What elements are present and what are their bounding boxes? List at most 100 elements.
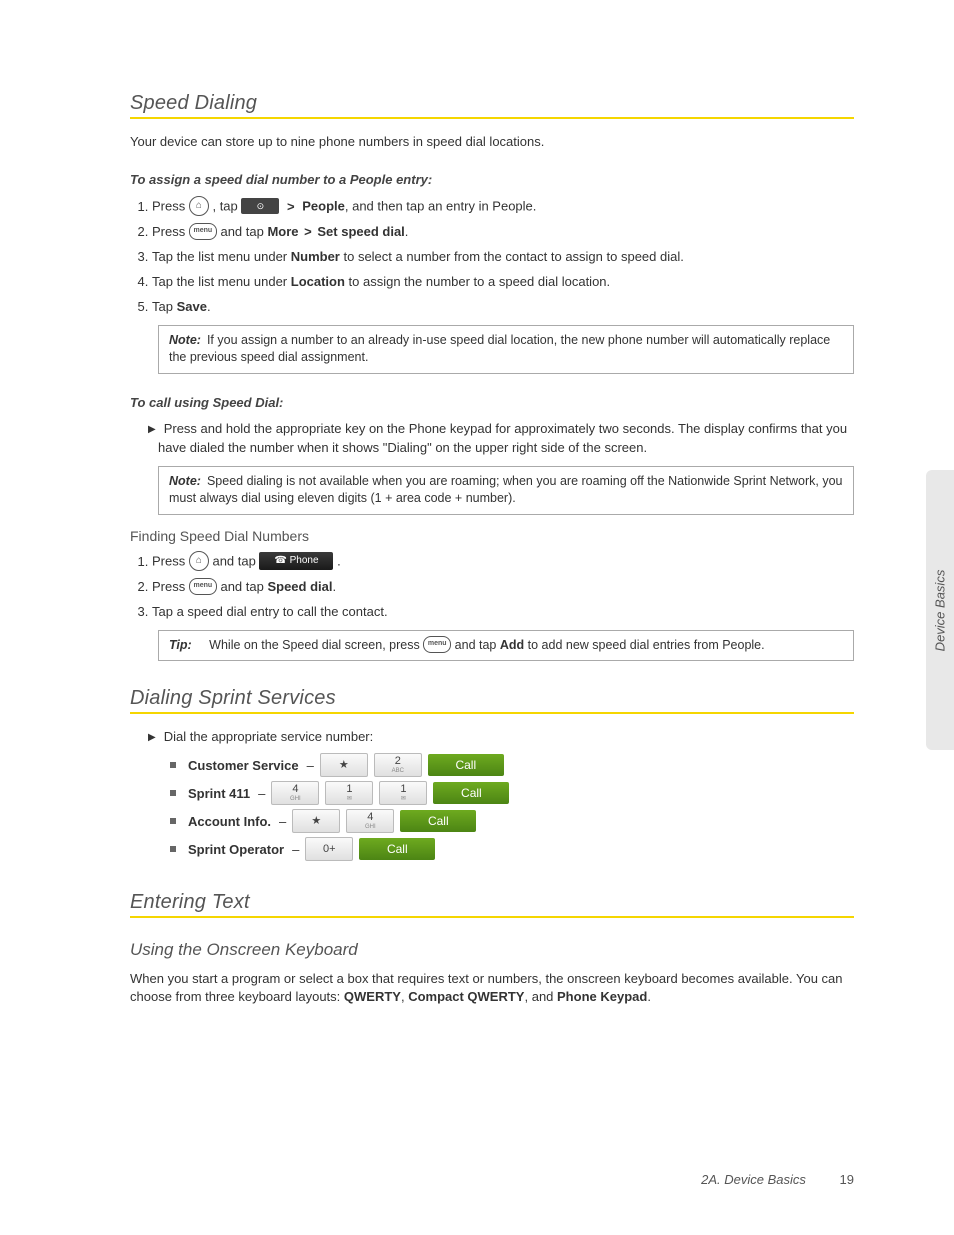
text: Press [152, 554, 189, 569]
text: to add new speed dial entries from Peopl… [524, 638, 764, 652]
bullet-icon [170, 762, 176, 768]
keypad-key[interactable]: 4GHI [346, 809, 394, 833]
text: , tap [212, 199, 241, 214]
qwerty-label: QWERTY [344, 989, 401, 1004]
text: and tap [220, 224, 267, 239]
chevron-right-icon: > [304, 224, 312, 239]
compact-qwerty-label: Compact QWERTY [408, 989, 524, 1004]
dash: – [307, 758, 314, 773]
text: and tap [455, 638, 500, 652]
footer-section: 2A. Device Basics [701, 1172, 806, 1187]
heading-entering-text: Entering Text [130, 891, 854, 914]
service-row: Sprint 411 – 4GHI1✉1✉Call [170, 781, 854, 805]
find-step-3: Tap a speed dial entry to call the conta… [152, 603, 854, 622]
call-button[interactable]: Call [359, 838, 435, 860]
add-label: Add [500, 638, 524, 652]
text: Press [152, 579, 189, 594]
entering-text-body: When you start a program or select a box… [130, 970, 854, 1006]
call-button[interactable]: Call [428, 754, 504, 776]
note-text: If you assign a number to an already in-… [169, 333, 830, 365]
tip-label: Tip: [169, 638, 192, 652]
dash: – [279, 814, 286, 829]
phone-keypad-label: Phone Keypad [557, 989, 647, 1004]
note-label: Note: [169, 474, 201, 488]
text: , and [524, 989, 557, 1004]
set-speed-dial-label: Set speed dial [317, 224, 404, 239]
find-step-1: Press ⌂ and tap ☎ Phone . [152, 552, 854, 572]
note-label: Note: [169, 333, 201, 347]
service-row: Sprint Operator – 0+ Call [170, 837, 854, 861]
service-row: Customer Service – ★2ABC Call [170, 753, 854, 777]
services-intro: Dial the appropriate service number: [140, 728, 854, 747]
home-icon: ⌂ [189, 551, 209, 571]
text: , and then tap an entry in People. [345, 199, 537, 214]
text: Press [152, 224, 189, 239]
apps-icon: ⊙ [241, 198, 279, 214]
text: and tap [220, 579, 267, 594]
call-button[interactable]: Call [400, 810, 476, 832]
keypad-key[interactable]: 1✉ [379, 781, 427, 805]
chevron-right-icon: > [287, 199, 295, 214]
service-name: Sprint 411 [188, 786, 250, 801]
menu-icon: menu [423, 636, 451, 653]
dash: – [292, 842, 299, 857]
bullet-icon [170, 846, 176, 852]
note-text: Speed dialing is not available when you … [169, 474, 843, 506]
save-label: Save [177, 299, 207, 314]
page-footer: 2A. Device Basics 19 [701, 1172, 854, 1187]
text: Tap the list menu under [152, 274, 291, 289]
subhead-assign: To assign a speed dial number to a Peopl… [130, 171, 854, 189]
number-label: Number [291, 249, 340, 264]
text: and tap [212, 554, 259, 569]
step-3: Tap the list menu under Number to select… [152, 248, 854, 267]
tip-box: Tip: While on the Speed dial screen, pre… [158, 630, 854, 662]
keypad-key[interactable]: ★ [292, 809, 340, 833]
bullet-icon [170, 790, 176, 796]
step-4: Tap the list menu under Location to assi… [152, 273, 854, 292]
keypad-key[interactable]: 1✉ [325, 781, 373, 805]
dash: – [258, 786, 265, 801]
heading-dialing-services: Dialing Sprint Services [130, 687, 854, 710]
find-step-2: Press menu and tap Speed dial. [152, 578, 854, 597]
menu-icon: menu [189, 223, 217, 240]
more-label: More [267, 224, 298, 239]
phone-button-icon: ☎ Phone [259, 552, 333, 570]
step-1: Press ⌂ , tap ⊙ > People, and then tap a… [152, 197, 854, 217]
side-tab-device-basics[interactable]: Device Basics [926, 470, 954, 750]
heading-speed-dialing: Speed Dialing [130, 92, 854, 115]
speed-dial-label: Speed dial [267, 579, 332, 594]
text: Press and hold the appropriate key on th… [158, 421, 847, 455]
note-box-1: Note:If you assign a number to an alread… [158, 325, 854, 374]
location-label: Location [291, 274, 345, 289]
divider [130, 916, 854, 918]
service-name: Sprint Operator [188, 842, 284, 857]
subhead-onscreen-keyboard: Using the Onscreen Keyboard [130, 940, 854, 960]
intro-text: Your device can store up to nine phone n… [130, 133, 854, 151]
subhead-call: To call using Speed Dial: [130, 394, 854, 412]
text: Tap [152, 299, 177, 314]
side-tab-label: Device Basics [933, 569, 948, 651]
subhead-finding: Finding Speed Dial Numbers [130, 527, 854, 547]
page-number: 19 [840, 1172, 854, 1187]
keypad-key[interactable]: 0+ [305, 837, 353, 861]
keypad-key[interactable]: ★ [320, 753, 368, 777]
text: Dial the appropriate service number: [164, 729, 374, 744]
bullet-icon [170, 818, 176, 824]
service-list: Customer Service – ★2ABCCallSprint 411 –… [170, 753, 854, 861]
text: Press [152, 199, 189, 214]
people-label: People [302, 199, 345, 214]
text: While on the Speed dial screen, press [209, 638, 423, 652]
home-icon: ⌂ [189, 196, 209, 216]
service-row: Account Info. – ★4GHI Call [170, 809, 854, 833]
call-instruction: Press and hold the appropriate key on th… [140, 420, 854, 458]
service-name: Customer Service [188, 758, 299, 773]
keypad-key[interactable]: 2ABC [374, 753, 422, 777]
service-name: Account Info. [188, 814, 271, 829]
keypad-key[interactable]: 4GHI [271, 781, 319, 805]
text: Tap the list menu under [152, 249, 291, 264]
note-box-2: Note:Speed dialing is not available when… [158, 466, 854, 515]
text: to select a number from the contact to a… [340, 249, 684, 264]
step-2: Press menu and tap More > Set speed dial… [152, 223, 854, 242]
step-5: Tap Save. [152, 298, 854, 317]
call-button[interactable]: Call [433, 782, 509, 804]
